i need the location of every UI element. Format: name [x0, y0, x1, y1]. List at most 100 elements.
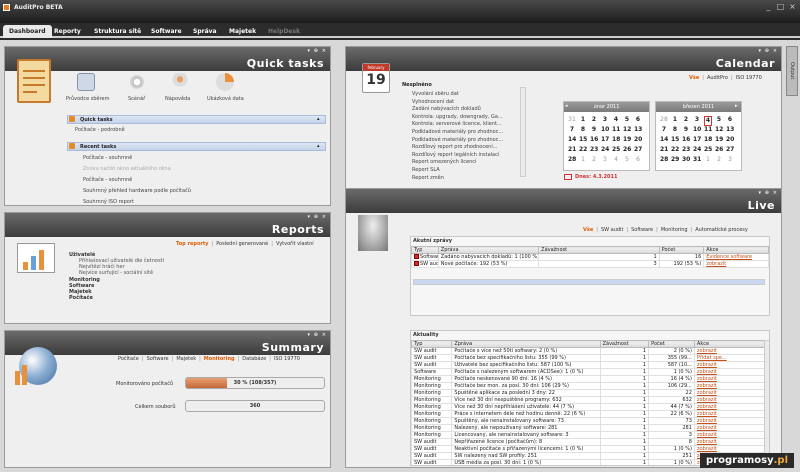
- calendar-day[interactable]: 10: [693, 126, 701, 134]
- table-row[interactable]: SW auditNové počítače: 192 (53 %)3192 (5…: [411, 260, 769, 268]
- close-icon[interactable]: ×: [322, 48, 326, 54]
- calendar-day[interactable]: 6: [726, 116, 734, 124]
- calendar-day[interactable]: 31: [693, 156, 701, 164]
- close-icon[interactable]: ×: [773, 190, 777, 196]
- calendar-day[interactable]: 25: [704, 146, 712, 154]
- calendar-day[interactable]: 2: [715, 156, 723, 164]
- calendar-day[interactable]: 26: [623, 146, 631, 154]
- recent-task-item[interactable]: Počítače - souhrnně: [83, 177, 132, 183]
- calendar-day[interactable]: 20: [726, 136, 734, 144]
- col-akce[interactable]: Akce: [693, 340, 766, 348]
- table-cell[interactable]: Evidence software: [703, 253, 769, 261]
- vertical-scrollbar[interactable]: [764, 340, 769, 465]
- recent-task-item[interactable]: Souhrnný ISO report: [83, 199, 134, 205]
- tab-iso[interactable]: ISO 19770: [733, 75, 765, 81]
- tab-top-reporty[interactable]: Top reporty: [173, 241, 212, 247]
- col-zavaznost[interactable]: Závažnost: [538, 246, 660, 254]
- calendar-day[interactable]: 5: [715, 116, 723, 124]
- table-row[interactable]: Monitoring Spuštěný, ale nenainstalovaný …: [411, 417, 766, 425]
- calendar-day[interactable]: 13: [726, 126, 734, 134]
- calendar-day[interactable]: 21: [660, 146, 668, 154]
- table-cell[interactable]: zobrazit: [693, 438, 766, 446]
- table-row[interactable]: Monitoring Spuštěné aplikace za poslední …: [411, 389, 766, 397]
- close-icon[interactable]: ×: [773, 48, 777, 54]
- pin-icon[interactable]: ⊕: [765, 48, 769, 54]
- calendar-day[interactable]: 25: [612, 146, 620, 154]
- calendar-task-item[interactable]: Zadání nabývacích dokladů: [412, 106, 481, 112]
- computer-icon[interactable]: [77, 73, 95, 91]
- calendar-day[interactable]: 13: [634, 126, 642, 134]
- calendar-day[interactable]: 8: [671, 126, 679, 134]
- recent-task-item[interactable]: Znovu načíst okno aktuálního okna: [83, 166, 171, 172]
- calendar-day[interactable]: 14: [568, 136, 576, 144]
- table-cell[interactable]: zobrazit: [693, 417, 766, 425]
- calendar-day[interactable]: 19: [623, 136, 631, 144]
- tab-majetek[interactable]: Majetek: [223, 25, 262, 38]
- table-cell[interactable]: Přidat spe...: [693, 354, 766, 362]
- tab-struktura-site[interactable]: Struktura sítě: [88, 25, 147, 38]
- calendar-task-item[interactable]: Rozdílový report pro zhodnocení...: [412, 144, 498, 150]
- dropdown-icon[interactable]: ▾: [758, 190, 761, 196]
- calendar-day[interactable]: 19: [715, 136, 723, 144]
- pin-icon[interactable]: ⊕: [314, 214, 318, 220]
- calendar-day[interactable]: 23: [682, 146, 690, 154]
- task-list-scrollbar[interactable]: [520, 87, 526, 177]
- table-row[interactable]: SW audit Nepřiřazené licence (počítačům):…: [411, 438, 766, 446]
- table-row[interactable]: Monitoring Nalezený, ale nepoužívaný soft…: [411, 424, 766, 432]
- table-cell[interactable]: zobrazit: [693, 410, 766, 418]
- pin-icon[interactable]: ⊕: [314, 332, 318, 338]
- tree-pocitace[interactable]: Počítače: [69, 295, 93, 301]
- table-cell[interactable]: zobrazit: [693, 424, 766, 432]
- calendar-day[interactable]: 2: [590, 156, 598, 164]
- close-icon[interactable]: ×: [322, 214, 326, 220]
- maximize-icon[interactable]: □: [775, 2, 786, 12]
- tab-sw-audit[interactable]: SW audit: [598, 227, 626, 233]
- calendar-day[interactable]: 23: [590, 146, 598, 154]
- pruvodce-sberem-label[interactable]: Průvodce sběrem: [66, 96, 110, 102]
- calendar-day[interactable]: 1: [579, 156, 587, 164]
- next-month-icon[interactable]: ▸: [735, 103, 741, 109]
- calendar-day[interactable]: 9: [682, 126, 690, 134]
- tab-vytvorit-vlastni[interactable]: Vytvořit vlastní: [273, 241, 317, 247]
- calendar-day[interactable]: 14: [660, 136, 668, 144]
- tab-dashboard[interactable]: Dashboard: [3, 25, 52, 38]
- tab-sprava[interactable]: Správa: [187, 25, 223, 38]
- calendar-day[interactable]: 11: [704, 126, 712, 134]
- calendar-day[interactable]: 15: [671, 136, 679, 144]
- table-cell[interactable]: zobrazit: [693, 396, 766, 404]
- calendar-task-item[interactable]: Podkladové materiály pro zhodnoc...: [412, 129, 503, 135]
- calendar-day[interactable]: 7: [660, 126, 668, 134]
- tab-helpdesk[interactable]: HelpDesk: [262, 25, 306, 38]
- calendar-day[interactable]: 11: [612, 126, 620, 134]
- table-row[interactable]: Monitoring Počítače bez mon. za posl. 30 …: [411, 382, 766, 390]
- calendar-day[interactable]: 18: [612, 136, 620, 144]
- dropdown-icon[interactable]: ▾: [307, 214, 310, 220]
- calendar-day[interactable]: 4: [612, 116, 620, 124]
- output-side-tab[interactable]: Output: [786, 46, 798, 96]
- ukazkova-data-label[interactable]: Ukázková data: [207, 96, 244, 102]
- tab-posledni-generovane[interactable]: Poslední generované: [213, 241, 271, 247]
- tab-monitoring[interactable]: Monitoring: [658, 227, 691, 233]
- calendar-day[interactable]: 16: [682, 136, 690, 144]
- table-row[interactable]: SW audit Uživatelé bez specifikačního lis…: [411, 361, 766, 369]
- collapse-icon[interactable]: ▴: [317, 116, 320, 122]
- dropdown-icon[interactable]: ▾: [758, 48, 761, 54]
- calendar-task-item[interactable]: Vyvolání sběru dat: [412, 91, 459, 97]
- calendar-day[interactable]: 31: [568, 116, 576, 124]
- calendar-task-item[interactable]: Report SLA: [412, 167, 440, 173]
- col-typ[interactable]: Typ: [411, 340, 453, 348]
- tree-item[interactable]: Nejvíce surfující - sociální sítě: [79, 270, 153, 276]
- col-zprava[interactable]: Zpráva: [451, 340, 601, 348]
- calendar-day[interactable]: 9: [590, 126, 598, 134]
- tab-vse[interactable]: Vše: [580, 227, 596, 233]
- quick-task-item[interactable]: Počítače - podrobně: [75, 127, 125, 133]
- calendar-day[interactable]: 2: [590, 116, 598, 124]
- napoveda-label[interactable]: Nápověda: [165, 96, 190, 102]
- calendar-day[interactable]: 15: [579, 136, 587, 144]
- tab-databaze[interactable]: Databáze: [239, 356, 269, 362]
- calendar-day[interactable]: 1: [579, 116, 587, 124]
- calendar-day[interactable]: 5: [623, 116, 631, 124]
- tab-software[interactable]: Software: [628, 227, 656, 233]
- calendar-day[interactable]: 3: [601, 156, 609, 164]
- calendar-day[interactable]: 2: [682, 116, 690, 124]
